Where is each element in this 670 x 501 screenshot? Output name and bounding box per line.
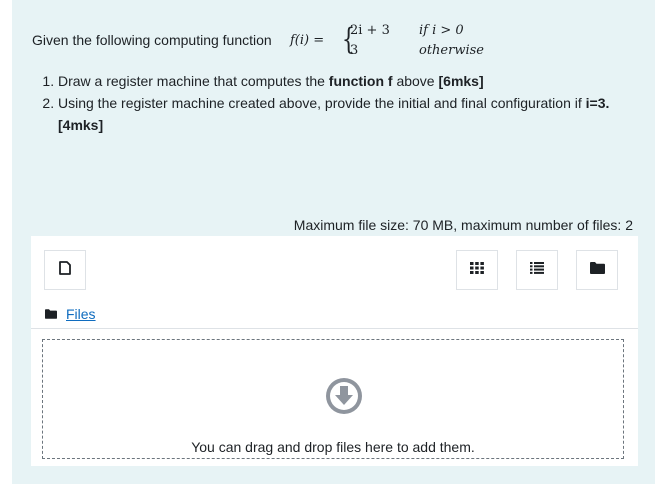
task-marks: [6mks] <box>438 73 484 89</box>
files-folder-link[interactable]: Files <box>45 306 96 322</box>
drop-instructions: You can drag and drop files here to add … <box>191 439 475 455</box>
max-file-info: Maximum file size: 70 MB, maximum number… <box>293 217 633 233</box>
question-intro: Given the following computing function <box>32 32 272 48</box>
arrow-down-circle-icon <box>325 377 363 415</box>
task-bold: i=3. <box>585 95 610 111</box>
task-item: Draw a register machine that computes th… <box>58 70 638 92</box>
view-icons-button[interactable] <box>456 250 498 290</box>
file-icon <box>58 260 72 280</box>
list-icon <box>530 261 544 279</box>
drop-zone[interactable]: You can drag and drop files here to add … <box>31 328 638 465</box>
case1-condition: if i > 0 <box>419 23 464 38</box>
drop-zone-border: You can drag and drop files here to add … <box>42 339 624 459</box>
task-text: Using the register machine created above… <box>58 95 586 111</box>
add-file-button[interactable] <box>44 250 86 290</box>
task-list: Draw a register machine that computes th… <box>40 70 638 136</box>
task-text: Draw a register machine that computes th… <box>58 73 329 89</box>
files-link-label[interactable]: Files <box>66 306 96 322</box>
case2-condition: otherwise <box>419 43 484 58</box>
view-tree-button[interactable] <box>576 250 618 290</box>
task-marks: [4mks] <box>58 117 104 133</box>
folder-icon <box>45 306 57 322</box>
file-picker: Files You can drag and drop files here t… <box>31 236 638 466</box>
grid-icon <box>470 261 484 279</box>
folder-icon <box>589 261 605 279</box>
task-bold: function f <box>328 73 393 89</box>
view-list-button[interactable] <box>516 250 558 290</box>
function-name: f(i) = <box>290 33 325 48</box>
case1-expression: 2i + 3 <box>350 23 390 38</box>
task-item: Using the register machine created above… <box>58 92 638 136</box>
case2-expression: 3 <box>350 43 359 58</box>
task-text: above <box>392 73 439 89</box>
function-definition: f(i) = { 2i + 3 if i > 0 3 otherwise <box>290 22 500 62</box>
